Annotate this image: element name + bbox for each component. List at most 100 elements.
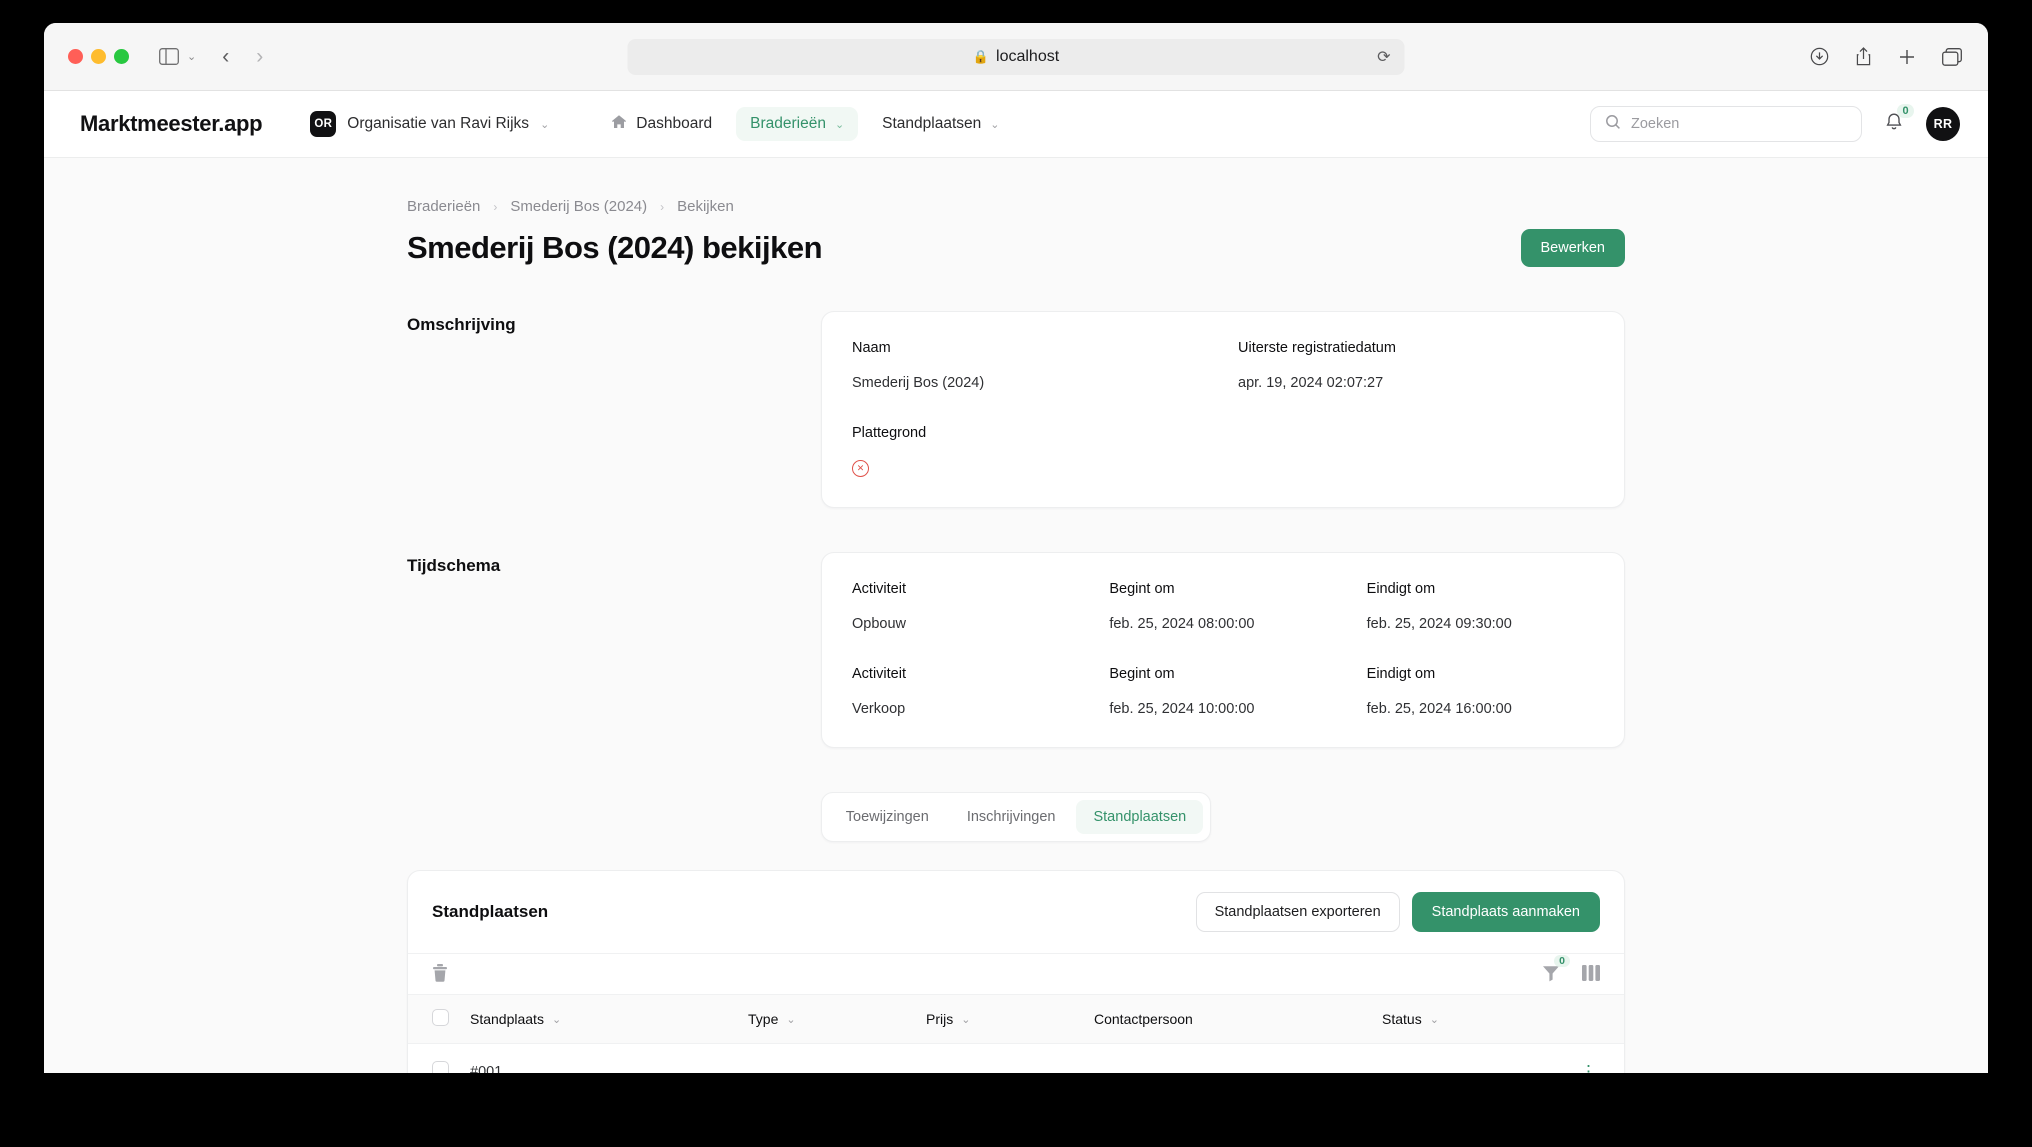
tijdschema-header-activiteit: Activiteit [852,581,906,597]
cell-status [1382,1043,1562,1073]
nav-item-braderieen-label: Braderieën [750,115,826,132]
column-header-standplaats[interactable]: Standplaats ⌄ [470,995,748,1044]
edit-button[interactable]: Bewerken [1520,229,1625,267]
chevron-down-icon: ⌄ [990,118,1000,131]
sort-chevron-down-icon: ⌄ [551,1013,562,1026]
select-all-header [408,995,470,1044]
navbar-right: 0 RR [1590,103,1960,142]
tab-overview-icon[interactable] [1942,47,1962,66]
tijdschema-header-begint: Begint om [1109,666,1175,682]
cell-standplaats: #001 [470,1043,748,1073]
reload-icon[interactable]: ⟳ [1377,47,1390,67]
broken-image-icon: ✕ [852,460,869,477]
field-registratiedatum-value: apr. 19, 2024 02:07:27 [1238,375,1384,391]
search-input[interactable] [1631,116,1847,132]
address-text: localhost [996,47,1060,65]
cell-type [748,1043,926,1073]
downloads-icon[interactable] [1810,47,1829,66]
lock-icon: 🔒 [972,48,990,64]
tab-toewijzingen[interactable]: Toewijzingen [829,800,946,834]
column-header-status-label: Status [1382,1011,1422,1027]
breadcrumb-separator-icon: › [493,199,498,214]
field-naam-value: Smederij Bos (2024) [852,375,985,391]
section-omschrijving: Omschrijving Naam Smederij Bos (2024) Ui… [407,311,1625,508]
trash-icon[interactable] [432,964,448,982]
tab-bar: Toewijzingen Inschrijvingen Standplaatse… [820,792,1212,842]
row-checkbox[interactable] [432,1061,449,1073]
breadcrumb-item-2[interactable]: Bekijken [677,198,734,215]
column-header-prijs-label: Prijs [926,1011,954,1027]
sidebar-chevron-down-icon[interactable]: ⌄ [187,50,196,63]
table-row[interactable]: #001 ⋮ [408,1043,1624,1074]
notification-count-badge: 0 [1897,103,1914,118]
row-select-cell [408,1043,470,1073]
cell-contactpersoon [1094,1043,1382,1073]
maximize-window-button[interactable] [114,49,129,64]
omschrijving-card: Naam Smederij Bos (2024) Uiterste regist… [821,311,1625,508]
column-header-prijs[interactable]: Prijs ⌄ [926,995,1094,1044]
card-header: Standplaatsen Standplaatsen exporteren S… [408,871,1624,953]
application-viewport: Marktmeester.app OR Organisatie van Ravi… [44,91,1988,1073]
kebab-menu-icon[interactable]: ⋮ [1580,1062,1598,1074]
export-standplaatsen-button[interactable]: Standplaatsen exporteren [1195,892,1400,932]
nav-item-braderieen[interactable]: Braderieën ⌄ [736,107,859,141]
sidebar-toggle-icon[interactable] [159,48,179,65]
column-header-status[interactable]: Status ⌄ [1382,995,1562,1044]
create-standplaats-button[interactable]: Standplaats aanmaken [1411,892,1600,932]
minimize-window-button[interactable] [91,49,106,64]
column-header-type[interactable]: Type ⌄ [748,995,926,1044]
nav-item-standplaatsen[interactable]: Standplaatsen ⌄ [868,107,1013,141]
columns-icon[interactable] [1582,965,1600,981]
column-header-contactpersoon: Contactpersoon [1094,995,1382,1044]
select-all-checkbox[interactable] [432,1009,449,1026]
breadcrumb-item-0[interactable]: Braderieën [407,198,480,215]
card-title: Standplaatsen [432,902,549,921]
forward-chevron-icon[interactable]: › [256,45,263,69]
card-actions: Standplaatsen exporteren Standplaats aan… [1195,892,1600,932]
organization-name: Organisatie van Ravi Rijks [347,115,530,132]
breadcrumb-item-1[interactable]: Smederij Bos (2024) [510,198,647,215]
plus-icon[interactable] [1898,48,1916,66]
filter-count-badge: 0 [1554,955,1570,967]
tijdschema-row-0-eindigt: feb. 25, 2024 09:30:00 [1366,616,1512,632]
close-window-button[interactable] [68,49,83,64]
tijdschema-row-0-activiteit: Opbouw [852,616,907,632]
column-header-standplaats-label: Standplaats [470,1011,544,1027]
section-tijdschema: Tijdschema Activiteit Begint om Eindigt … [407,552,1625,748]
tijdschema-row-1-eindigt: feb. 25, 2024 16:00:00 [1366,701,1512,717]
window-traffic-lights [68,49,129,64]
search-box[interactable] [1590,106,1862,142]
primary-nav: Dashboard Braderieën ⌄ Standplaatsen ⌄ [587,106,1013,143]
browser-toolbar-right [1810,47,1962,66]
sort-chevron-down-icon: ⌄ [1429,1013,1439,1026]
share-icon[interactable] [1855,47,1872,66]
tijdschema-card: Activiteit Begint om Eindigt om Opbouw f… [821,552,1625,748]
nav-item-standplaatsen-label: Standplaatsen [882,115,982,132]
home-icon [611,114,627,135]
search-icon [1605,114,1621,135]
tijdschema-header-activiteit: Activiteit [852,666,906,682]
tijdschema-row: Verkoop feb. 25, 2024 10:00:00 feb. 25, … [852,701,1594,717]
row-actions-cell: ⋮ [1562,1043,1624,1074]
page-title-row: Smederij Bos (2024) bekijken Bewerken [407,229,1625,267]
brand-logo[interactable]: Marktmeester.app [80,111,263,137]
tabs-row: Toewijzingen Inschrijvingen Standplaatse… [407,792,1625,842]
filter-icon[interactable]: 0 [1542,955,1570,982]
notifications-button[interactable]: 0 [1884,103,1914,137]
breadcrumb-separator-icon: › [660,199,665,214]
organization-switcher[interactable]: OR Organisatie van Ravi Rijks ⌄ [304,105,557,143]
field-registratiedatum-label: Uiterste registratiedatum [1238,340,1396,356]
organization-badge: OR [310,111,337,137]
tijdschema-row-1-begint: feb. 25, 2024 10:00:00 [1109,701,1255,717]
tijdschema-row: Opbouw feb. 25, 2024 08:00:00 feb. 25, 2… [852,616,1594,632]
tab-inschrijvingen[interactable]: Inschrijvingen [950,800,1073,834]
tijdschema-header-eindigt: Eindigt om [1366,666,1436,682]
nav-item-dashboard[interactable]: Dashboard [597,106,726,143]
back-chevron-icon[interactable]: ‹ [222,45,229,69]
section-omschrijving-label: Omschrijving [407,315,516,334]
page-content: Braderieën › Smederij Bos (2024) › Bekij… [44,158,1988,1073]
address-bar[interactable]: 🔒 localhost ⟳ [627,38,1405,75]
user-avatar[interactable]: RR [1926,107,1960,141]
field-naam-label: Naam [852,340,891,356]
tab-standplaatsen[interactable]: Standplaatsen [1076,800,1204,834]
